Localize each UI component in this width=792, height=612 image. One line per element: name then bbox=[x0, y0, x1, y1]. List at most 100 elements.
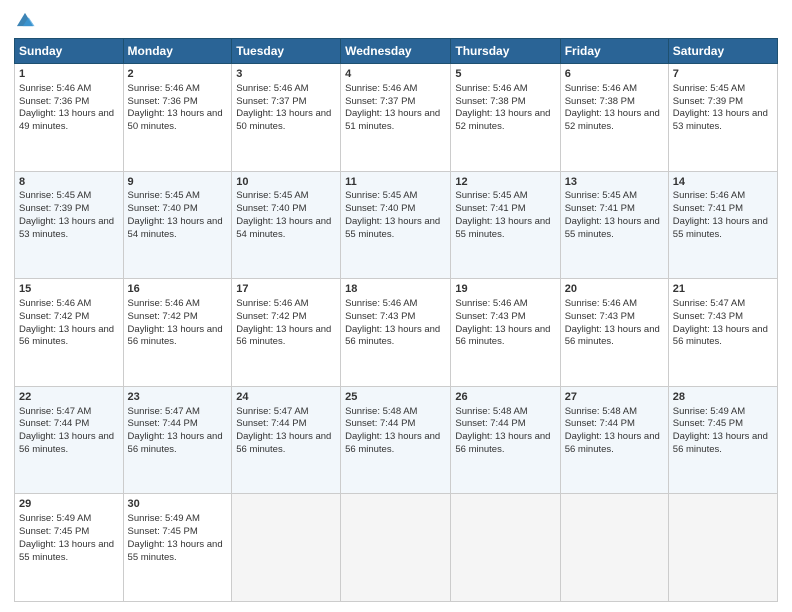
daylight-info: Daylight: 13 hours and 56 minutes. bbox=[345, 324, 446, 350]
sunset-info: Sunset: 7:43 PM bbox=[345, 311, 446, 324]
sunset-info: Sunset: 7:40 PM bbox=[128, 203, 228, 216]
day-number: 1 bbox=[19, 67, 119, 82]
day-number: 25 bbox=[345, 390, 446, 405]
sunset-info: Sunset: 7:36 PM bbox=[19, 96, 119, 109]
sunset-info: Sunset: 7:39 PM bbox=[673, 96, 773, 109]
day-number: 17 bbox=[236, 282, 336, 297]
sunset-info: Sunset: 7:38 PM bbox=[565, 96, 664, 109]
table-row: 10Sunrise: 5:45 AMSunset: 7:40 PMDayligh… bbox=[232, 171, 341, 279]
day-number: 6 bbox=[565, 67, 664, 82]
col-header-friday: Friday bbox=[560, 39, 668, 64]
table-row: 25Sunrise: 5:48 AMSunset: 7:44 PMDayligh… bbox=[341, 386, 451, 494]
daylight-info: Daylight: 13 hours and 52 minutes. bbox=[565, 108, 664, 134]
day-number: 5 bbox=[455, 67, 555, 82]
sunset-info: Sunset: 7:44 PM bbox=[236, 418, 336, 431]
day-number: 10 bbox=[236, 175, 336, 190]
day-number: 18 bbox=[345, 282, 446, 297]
sunrise-info: Sunrise: 5:47 AM bbox=[673, 298, 773, 311]
sunrise-info: Sunrise: 5:46 AM bbox=[19, 298, 119, 311]
sunrise-info: Sunrise: 5:46 AM bbox=[128, 298, 228, 311]
sunset-info: Sunset: 7:44 PM bbox=[455, 418, 555, 431]
sunrise-info: Sunrise: 5:46 AM bbox=[236, 298, 336, 311]
table-row: 22Sunrise: 5:47 AMSunset: 7:44 PMDayligh… bbox=[15, 386, 124, 494]
sunrise-info: Sunrise: 5:46 AM bbox=[345, 83, 446, 96]
sunrise-info: Sunrise: 5:48 AM bbox=[345, 406, 446, 419]
day-number: 22 bbox=[19, 390, 119, 405]
sunrise-info: Sunrise: 5:46 AM bbox=[19, 83, 119, 96]
daylight-info: Daylight: 13 hours and 56 minutes. bbox=[455, 324, 555, 350]
day-number: 30 bbox=[128, 497, 228, 512]
sunrise-info: Sunrise: 5:45 AM bbox=[673, 83, 773, 96]
day-number: 2 bbox=[128, 67, 228, 82]
day-number: 11 bbox=[345, 175, 446, 190]
sunrise-info: Sunrise: 5:46 AM bbox=[236, 83, 336, 96]
table-row bbox=[668, 494, 777, 602]
day-number: 24 bbox=[236, 390, 336, 405]
logo bbox=[14, 10, 40, 32]
daylight-info: Daylight: 13 hours and 55 minutes. bbox=[455, 216, 555, 242]
table-row: 26Sunrise: 5:48 AMSunset: 7:44 PMDayligh… bbox=[451, 386, 560, 494]
daylight-info: Daylight: 13 hours and 56 minutes. bbox=[345, 431, 446, 457]
sunset-info: Sunset: 7:42 PM bbox=[19, 311, 119, 324]
table-row bbox=[560, 494, 668, 602]
day-number: 21 bbox=[673, 282, 773, 297]
table-row bbox=[341, 494, 451, 602]
sunrise-info: Sunrise: 5:46 AM bbox=[565, 298, 664, 311]
sunrise-info: Sunrise: 5:49 AM bbox=[673, 406, 773, 419]
table-row: 24Sunrise: 5:47 AMSunset: 7:44 PMDayligh… bbox=[232, 386, 341, 494]
table-row: 21Sunrise: 5:47 AMSunset: 7:43 PMDayligh… bbox=[668, 279, 777, 387]
col-header-sunday: Sunday bbox=[15, 39, 124, 64]
sunrise-info: Sunrise: 5:48 AM bbox=[455, 406, 555, 419]
daylight-info: Daylight: 13 hours and 55 minutes. bbox=[565, 216, 664, 242]
table-row: 18Sunrise: 5:46 AMSunset: 7:43 PMDayligh… bbox=[341, 279, 451, 387]
daylight-info: Daylight: 13 hours and 56 minutes. bbox=[673, 431, 773, 457]
sunrise-info: Sunrise: 5:46 AM bbox=[128, 83, 228, 96]
sunrise-info: Sunrise: 5:49 AM bbox=[128, 513, 228, 526]
daylight-info: Daylight: 13 hours and 56 minutes. bbox=[455, 431, 555, 457]
sunset-info: Sunset: 7:45 PM bbox=[19, 526, 119, 539]
table-row: 28Sunrise: 5:49 AMSunset: 7:45 PMDayligh… bbox=[668, 386, 777, 494]
table-row: 29Sunrise: 5:49 AMSunset: 7:45 PMDayligh… bbox=[15, 494, 124, 602]
sunrise-info: Sunrise: 5:46 AM bbox=[565, 83, 664, 96]
sunset-info: Sunset: 7:44 PM bbox=[128, 418, 228, 431]
sunset-info: Sunset: 7:37 PM bbox=[236, 96, 336, 109]
table-row: 30Sunrise: 5:49 AMSunset: 7:45 PMDayligh… bbox=[123, 494, 232, 602]
logo-icon bbox=[14, 10, 36, 32]
daylight-info: Daylight: 13 hours and 55 minutes. bbox=[673, 216, 773, 242]
day-number: 13 bbox=[565, 175, 664, 190]
day-number: 14 bbox=[673, 175, 773, 190]
sunrise-info: Sunrise: 5:49 AM bbox=[19, 513, 119, 526]
sunrise-info: Sunrise: 5:45 AM bbox=[455, 190, 555, 203]
table-row: 17Sunrise: 5:46 AMSunset: 7:42 PMDayligh… bbox=[232, 279, 341, 387]
sunset-info: Sunset: 7:42 PM bbox=[128, 311, 228, 324]
daylight-info: Daylight: 13 hours and 50 minutes. bbox=[128, 108, 228, 134]
sunrise-info: Sunrise: 5:45 AM bbox=[19, 190, 119, 203]
calendar-table: SundayMondayTuesdayWednesdayThursdayFrid… bbox=[14, 38, 778, 602]
daylight-info: Daylight: 13 hours and 56 minutes. bbox=[565, 431, 664, 457]
daylight-info: Daylight: 13 hours and 56 minutes. bbox=[565, 324, 664, 350]
col-header-tuesday: Tuesday bbox=[232, 39, 341, 64]
sunset-info: Sunset: 7:44 PM bbox=[19, 418, 119, 431]
table-row: 7Sunrise: 5:45 AMSunset: 7:39 PMDaylight… bbox=[668, 64, 777, 172]
day-number: 27 bbox=[565, 390, 664, 405]
daylight-info: Daylight: 13 hours and 55 minutes. bbox=[345, 216, 446, 242]
day-number: 15 bbox=[19, 282, 119, 297]
day-number: 28 bbox=[673, 390, 773, 405]
table-row bbox=[232, 494, 341, 602]
sunset-info: Sunset: 7:41 PM bbox=[673, 203, 773, 216]
sunset-info: Sunset: 7:43 PM bbox=[565, 311, 664, 324]
sunset-info: Sunset: 7:39 PM bbox=[19, 203, 119, 216]
sunrise-info: Sunrise: 5:46 AM bbox=[455, 298, 555, 311]
daylight-info: Daylight: 13 hours and 54 minutes. bbox=[128, 216, 228, 242]
sunset-info: Sunset: 7:45 PM bbox=[128, 526, 228, 539]
day-number: 12 bbox=[455, 175, 555, 190]
col-header-thursday: Thursday bbox=[451, 39, 560, 64]
sunset-info: Sunset: 7:43 PM bbox=[455, 311, 555, 324]
day-number: 16 bbox=[128, 282, 228, 297]
table-row: 16Sunrise: 5:46 AMSunset: 7:42 PMDayligh… bbox=[123, 279, 232, 387]
sunset-info: Sunset: 7:41 PM bbox=[565, 203, 664, 216]
table-row: 2Sunrise: 5:46 AMSunset: 7:36 PMDaylight… bbox=[123, 64, 232, 172]
col-header-wednesday: Wednesday bbox=[341, 39, 451, 64]
table-row: 3Sunrise: 5:46 AMSunset: 7:37 PMDaylight… bbox=[232, 64, 341, 172]
table-row: 19Sunrise: 5:46 AMSunset: 7:43 PMDayligh… bbox=[451, 279, 560, 387]
